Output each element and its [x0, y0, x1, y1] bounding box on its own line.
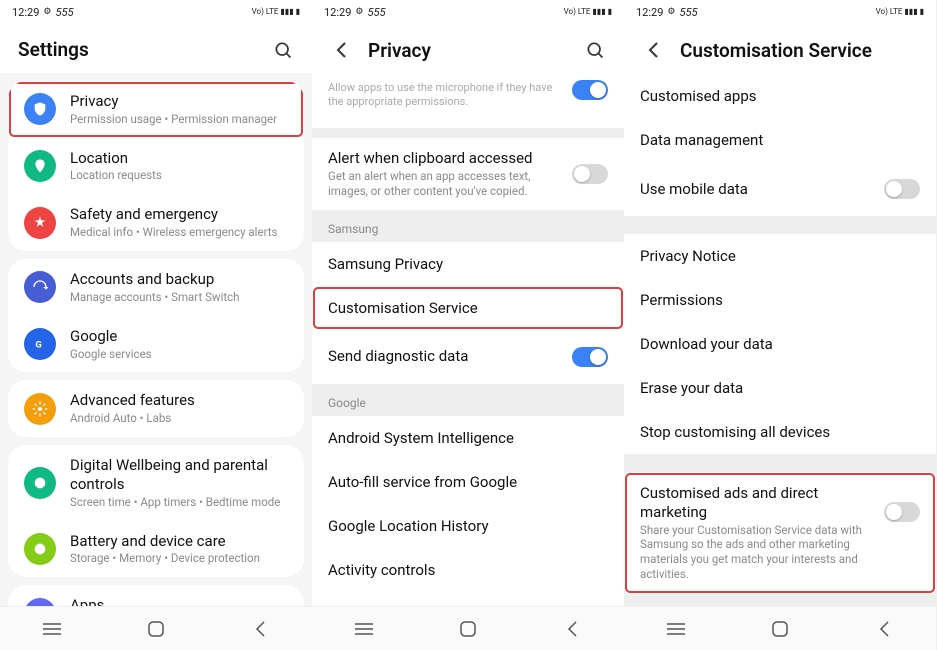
status-time: 12:29	[12, 6, 39, 19]
svg-text:G: G	[35, 339, 41, 350]
list-sub: Permission usage • Permission manager	[70, 112, 288, 127]
diagnostic-toggle[interactable]	[572, 347, 608, 367]
customisation-list: Customised apps Data management Use mobi…	[624, 74, 936, 606]
use-mobile-data-row[interactable]: Use mobile data	[624, 162, 936, 216]
page-title: Settings	[18, 38, 272, 61]
mobile-data-toggle[interactable]	[884, 179, 920, 199]
search-icon[interactable]	[584, 39, 606, 61]
privacy-list: Allow apps to use the microphone if they…	[312, 74, 624, 606]
header: Privacy	[312, 24, 624, 74]
ads-row[interactable]: Ads	[312, 592, 624, 606]
sync-icon	[24, 271, 56, 303]
settings-item-wellbeing[interactable]: Digital Wellbeing and parental controls …	[8, 445, 304, 520]
apps-icon	[24, 598, 56, 606]
stop-customising-row[interactable]: Stop customising all devices	[624, 410, 936, 454]
nav-back[interactable]	[864, 609, 904, 649]
status-bar: 12:29 ⚙ 555 Vo) LTE ▮▮▮ ▮	[0, 0, 312, 24]
nav-bar	[0, 606, 312, 650]
header: Settings	[0, 24, 312, 73]
customised-ads-row[interactable]: Customised ads and direct marketing Shar…	[624, 472, 936, 594]
section-samsung: Samsung	[312, 210, 624, 242]
nav-back[interactable]	[552, 609, 592, 649]
permissions-row[interactable]: Permissions	[624, 278, 936, 322]
status-bar: 12:29⚙555 Vo) LTE ▮▮▮ ▮	[312, 0, 624, 24]
nav-recents[interactable]	[32, 609, 72, 649]
download-data-row[interactable]: Download your data	[624, 322, 936, 366]
wellbeing-icon	[24, 467, 56, 499]
settings-item-safety[interactable]: Safety and emergency Medical info • Wire…	[8, 194, 304, 251]
settings-item-accounts[interactable]: Accounts and backup Manage accounts • Sm…	[8, 259, 304, 316]
shield-icon	[24, 93, 56, 125]
data-management-row[interactable]: Data management	[624, 118, 936, 162]
page-title: Customisation Service	[680, 39, 918, 62]
section-google: Google	[312, 384, 624, 416]
status-icons: Vo) LTE ▮▮▮ ▮	[252, 8, 300, 16]
customisation-service-row[interactable]: Customisation Service	[312, 286, 624, 330]
status-net: 555	[55, 6, 73, 19]
clipboard-toggle[interactable]	[572, 164, 608, 184]
nav-bar	[312, 606, 624, 650]
battery-icon	[24, 533, 56, 565]
nav-home[interactable]	[448, 609, 488, 649]
nav-home[interactable]	[760, 609, 800, 649]
autofill-row[interactable]: Auto-fill service from Google	[312, 460, 624, 504]
safety-icon	[24, 207, 56, 239]
customised-apps-row[interactable]: Customised apps	[624, 74, 936, 118]
settings-item-apps[interactable]: Apps Default apps • App settings	[8, 585, 304, 606]
nav-home[interactable]	[136, 609, 176, 649]
mic-toggle[interactable]	[572, 80, 608, 100]
back-button[interactable]	[330, 38, 354, 62]
settings-screen: 12:29 ⚙ 555 Vo) LTE ▮▮▮ ▮ Settings Priva…	[0, 0, 312, 650]
page-title: Privacy	[368, 39, 584, 62]
location-icon	[24, 150, 56, 182]
samsung-privacy-row[interactable]: Samsung Privacy	[312, 242, 624, 286]
privacy-notice-row[interactable]: Privacy Notice	[624, 234, 936, 278]
customisation-screen: 12:29⚙555 Vo) LTE ▮▮▮ ▮ Customisation Se…	[624, 0, 936, 650]
settings-item-location[interactable]: Location Location requests	[8, 138, 304, 195]
nav-back[interactable]	[240, 609, 280, 649]
search-icon[interactable]	[272, 39, 294, 61]
location-history-row[interactable]: Google Location History	[312, 504, 624, 548]
ads-toggle[interactable]	[884, 502, 920, 522]
nav-recents[interactable]	[656, 609, 696, 649]
nav-bar	[624, 606, 936, 650]
back-button[interactable]	[642, 38, 666, 62]
settings-list: Privacy Permission usage • Permission ma…	[0, 73, 312, 606]
settings-item-advanced[interactable]: Advanced features Android Auto • Labs	[8, 380, 304, 437]
google-icon: G	[24, 328, 56, 360]
list-title: Privacy	[70, 92, 288, 111]
send-diagnostic-row[interactable]: Send diagnostic data	[312, 330, 624, 384]
gear-icon	[24, 393, 56, 425]
settings-item-google[interactable]: G Google Google services	[8, 316, 304, 373]
status-bar: 12:29⚙555 Vo) LTE ▮▮▮ ▮	[624, 0, 936, 24]
header: Customisation Service	[624, 24, 936, 74]
mic-permission-row[interactable]: Allow apps to use the microphone if they…	[312, 74, 624, 128]
privacy-screen: 12:29⚙555 Vo) LTE ▮▮▮ ▮ Privacy Allow ap…	[312, 0, 624, 650]
nav-recents[interactable]	[344, 609, 384, 649]
activity-controls-row[interactable]: Activity controls	[312, 548, 624, 592]
erase-data-row[interactable]: Erase your data	[624, 366, 936, 410]
android-intelligence-row[interactable]: Android System Intelligence	[312, 416, 624, 460]
clipboard-alert-row[interactable]: Alert when clipboard accessed Get an ale…	[312, 138, 624, 210]
settings-item-privacy[interactable]: Privacy Permission usage • Permission ma…	[8, 81, 304, 138]
settings-item-battery[interactable]: Battery and device care Storage • Memory…	[8, 521, 304, 578]
